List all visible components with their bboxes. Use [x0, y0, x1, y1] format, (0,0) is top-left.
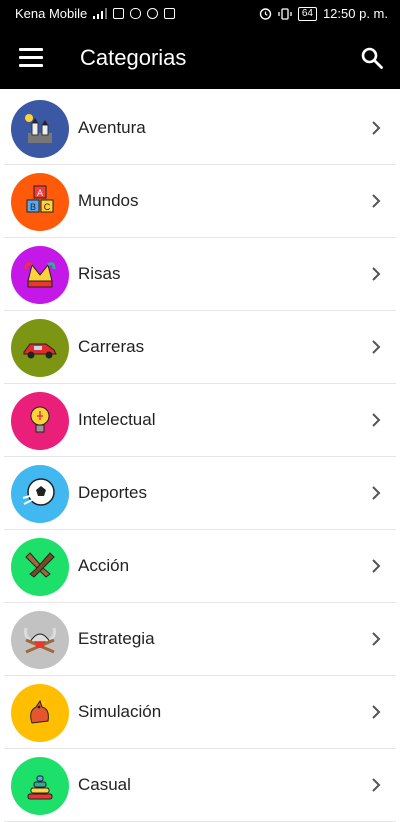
chevron-right-icon	[372, 121, 381, 135]
alarm-icon	[259, 8, 272, 20]
battery-icon: 64	[297, 6, 317, 21]
castle-icon	[11, 100, 69, 158]
category-list: Aventura A B C Mundos Risas Carreras Intelectua…	[4, 92, 396, 822]
category-item-simulacion[interactable]: Simulación	[4, 676, 396, 749]
notification-icon	[113, 8, 125, 19]
chevron-right-icon	[372, 632, 381, 646]
category-label: Estrategia	[78, 629, 155, 648]
rooster-icon	[11, 684, 69, 742]
svg-text:C: C	[44, 202, 51, 212]
svg-text:A: A	[37, 188, 43, 198]
page-title: Categorias	[80, 45, 187, 70]
messenger-icon	[130, 8, 142, 19]
category-item-estrategia[interactable]: Estrategia	[4, 603, 396, 676]
viking-helmet-icon	[11, 611, 69, 669]
app-bar: Categorias	[0, 28, 400, 89]
status-right: 64 12:50 p. m.	[259, 6, 388, 21]
category-label: Simulación	[78, 702, 162, 721]
search-icon[interactable]	[360, 46, 384, 70]
abc-blocks-icon: ABC	[11, 173, 69, 231]
category-label: Risas	[78, 264, 121, 283]
chevron-right-icon	[372, 413, 381, 427]
category-label: Carreras	[78, 337, 145, 356]
soccer-ball-icon	[11, 465, 69, 523]
category-label: Casual	[78, 775, 131, 794]
category-item-deportes[interactable]: Deportes	[4, 457, 396, 530]
status-bar: Kena Mobile 64 12:50 p. m.	[0, 0, 400, 28]
category-label: Deportes	[78, 483, 147, 502]
category-label: Aventura	[78, 118, 146, 137]
jester-hat-icon	[11, 246, 69, 304]
vibrate-icon	[278, 7, 292, 20]
chevron-right-icon	[372, 559, 381, 573]
lightbulb-icon	[11, 392, 69, 450]
carrier-label: Kena Mobile	[15, 6, 88, 21]
category-item-intelectual[interactable]: Intelectual	[4, 384, 396, 457]
hamburger-menu-icon[interactable]	[19, 48, 43, 68]
category-label: Mundos	[78, 191, 139, 210]
chevron-right-icon	[372, 194, 381, 208]
category-label: Intelectual	[78, 410, 156, 429]
category-item-carreras[interactable]: Carreras	[4, 311, 396, 384]
svg-text:B: B	[30, 202, 36, 212]
chevron-right-icon	[372, 267, 381, 281]
category-label: Acción	[78, 556, 130, 575]
mail-icon	[164, 8, 176, 19]
chevron-right-icon	[372, 340, 381, 354]
stacking-rings-icon	[11, 757, 69, 815]
crossed-pistols-icon	[11, 538, 69, 596]
clock: 12:50 p. m.	[322, 6, 388, 21]
category-item-risas[interactable]: Risas	[4, 238, 396, 311]
status-left: Kena Mobile	[15, 6, 176, 21]
category-item-accion[interactable]: Acción	[4, 530, 396, 603]
chevron-right-icon	[372, 778, 381, 792]
category-item-mundos[interactable]: A B C Mundos	[4, 165, 396, 238]
category-item-casual[interactable]: Casual	[4, 749, 396, 822]
chevron-right-icon	[372, 486, 381, 500]
race-car-icon	[11, 319, 69, 377]
category-item-aventura[interactable]: Aventura	[4, 92, 396, 165]
circle-icon	[147, 8, 159, 19]
signal-icon	[93, 8, 108, 19]
chevron-right-icon	[372, 705, 381, 719]
